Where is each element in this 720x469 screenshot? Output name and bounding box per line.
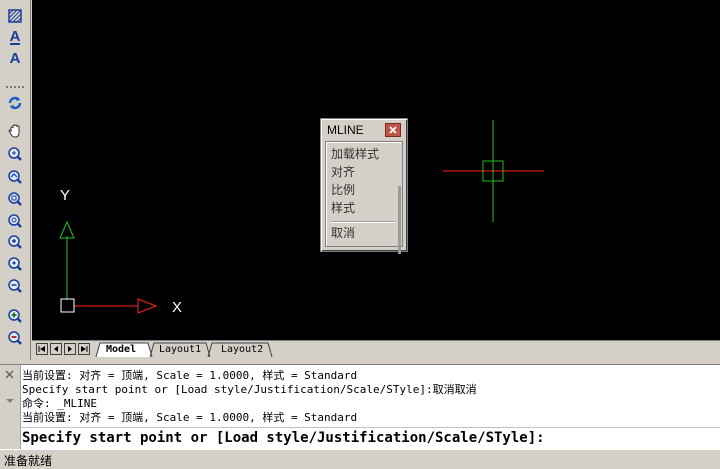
ucs-y-label: Y: [60, 187, 70, 204]
menu-item-style[interactable]: 样式: [331, 199, 355, 217]
zoom-previous-icon[interactable]: [4, 167, 26, 187]
single-text-icon[interactable]: A: [4, 48, 26, 68]
zoom-object-icon[interactable]: [4, 276, 26, 296]
tab-layout2[interactable]: Layout2: [221, 342, 263, 357]
zoom-realtime-icon[interactable]: [4, 144, 26, 164]
command-window-close-icon[interactable]: [4, 369, 16, 409]
ucs-icon: Y X: [59, 187, 182, 316]
zoom-in-icon[interactable]: [4, 306, 26, 326]
zoom-dynamic-icon[interactable]: [4, 211, 26, 231]
multiline-text-icon[interactable]: A: [4, 27, 26, 47]
pan-icon[interactable]: [4, 121, 26, 141]
prompt-divider: [20, 427, 720, 428]
ucs-x-arrow: [137, 298, 158, 314]
menu-item-cancel[interactable]: 取消: [331, 224, 355, 242]
menu-item-scale[interactable]: 比例: [331, 181, 355, 199]
ucs-x-label: X: [172, 299, 182, 316]
command-window-gutter: [0, 365, 21, 449]
history-line: 当前设置: 对齐 = 顶端, Scale = 1.0000, 样式 = Stan…: [22, 369, 358, 382]
history-line: 命令: _MLINE: [22, 397, 97, 410]
close-button[interactable]: [385, 123, 401, 137]
drawing-canvas[interactable]: Y X MLINE 加载样式 对齐 比例 样式 取消: [32, 0, 720, 340]
status-text: 准备就绪: [4, 454, 53, 468]
menu-title: MLINE: [327, 123, 364, 137]
mline-context-menu: MLINE 加载样式 对齐 比例 样式 取消: [320, 118, 408, 254]
menu-item-load-style[interactable]: 加载样式: [331, 145, 379, 163]
tab-layout1[interactable]: Layout1: [159, 342, 201, 357]
status-bar: 准备就绪: [0, 449, 720, 469]
command-prompt-input[interactable]: Specify start point or [Load style/Justi…: [22, 429, 545, 447]
draw-toolbar: A A: [0, 0, 31, 360]
zoom-scale-icon[interactable]: [4, 232, 26, 252]
history-line: Specify start point or [Load style/Justi…: [22, 383, 477, 396]
ucs-origin-box: [60, 298, 75, 313]
menu-scrollbar[interactable]: [398, 186, 401, 254]
menu-item-justification[interactable]: 对齐: [331, 163, 355, 181]
regen-icon[interactable]: [4, 93, 26, 113]
zoom-out-icon[interactable]: [4, 328, 26, 348]
zoom-center-icon[interactable]: [4, 254, 26, 274]
menu-divider: [331, 221, 395, 223]
tab-model[interactable]: Model: [106, 342, 136, 357]
zoom-window-icon[interactable]: [4, 189, 26, 209]
ucs-y-arrow: [59, 220, 75, 239]
history-line: 当前设置: 对齐 = 顶端, Scale = 1.0000, 样式 = Stan…: [22, 411, 358, 424]
close-icon: [389, 126, 397, 134]
toolbar-separator: [6, 86, 24, 88]
command-window: 当前设置: 对齐 = 顶端, Scale = 1.0000, 样式 = Stan…: [0, 364, 720, 449]
layout-tab-bar: Model Layout1 Layout2: [32, 340, 720, 359]
crosshair-cursor: [443, 120, 544, 222]
hatch-icon[interactable]: [4, 6, 26, 26]
menu-item-list: 加载样式 对齐 比例 样式 取消: [325, 141, 403, 254]
